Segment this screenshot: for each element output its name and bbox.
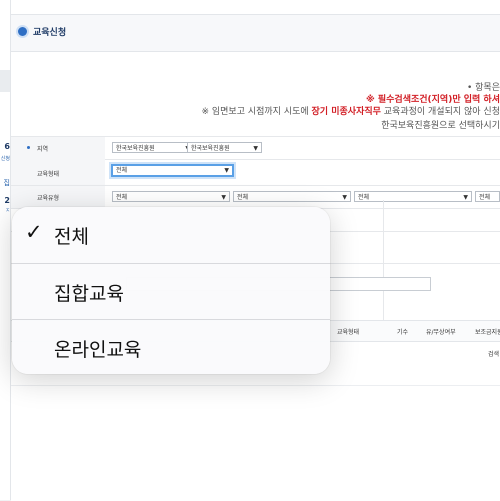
notice-text: 교육과정이 개설되지 않아 신청 bbox=[380, 107, 500, 117]
search-button[interactable]: 검색 bbox=[488, 349, 499, 358]
sidebar-link[interactable]: 신청 bbox=[0, 155, 10, 162]
label-cell bbox=[11, 137, 105, 159]
dropdown-option-label: 온라인교육 bbox=[54, 339, 142, 361]
dropdown-option-label: 집합교육 bbox=[54, 283, 124, 305]
sidebar-count: 2 bbox=[4, 196, 10, 205]
region-select-1[interactable]: 한국보육진흥원▼ bbox=[112, 142, 194, 153]
dropdown-option-online[interactable]: 온라인교육 bbox=[12, 319, 330, 374]
notice-line: 한국보육진흥원으로 선택하시기 bbox=[381, 121, 500, 131]
edu-type-select-4[interactable]: 전체 bbox=[475, 191, 500, 202]
sidebar-link[interactable]: ㅈ bbox=[0, 207, 10, 214]
region-select-2[interactable]: 한국보육진흥원 ▼ bbox=[187, 142, 262, 153]
form-row-edu-type: 교육유형 전체 ▼ 전체 ▼ 전체 ▼ 전체 bbox=[11, 186, 500, 209]
select-value: 전체 bbox=[237, 194, 249, 201]
form-row-edu-form: 교육형태 전체 ▼ bbox=[11, 159, 500, 186]
select-value: 전체 bbox=[116, 194, 128, 201]
select-value: 한국보육진흥원 bbox=[191, 145, 230, 152]
dropdown-option-offline[interactable]: 집합교육 bbox=[12, 263, 330, 319]
column-header: 유/무상여부 bbox=[426, 329, 456, 336]
field-label-edu-type: 교육유형 bbox=[37, 195, 60, 202]
column-divider bbox=[383, 200, 384, 320]
notice-highlight: 장기 미종사자직무 bbox=[311, 107, 381, 117]
dropdown-option-label: 전체 bbox=[54, 226, 89, 248]
circle-bullet-icon bbox=[18, 27, 27, 36]
left-sidebar: 6 신청 집 2 ㅈ bbox=[0, 0, 11, 500]
notice-line: ※ 임면보고 시점까지 시도에 장기 미종사자직무 교육과정이 개설되지 않아 … bbox=[201, 104, 500, 117]
column-header: 교육형태 bbox=[337, 329, 360, 336]
results-area bbox=[11, 385, 500, 501]
select-value: 전체 bbox=[358, 194, 370, 201]
select-value: 전체 bbox=[116, 167, 128, 174]
sidebar-count: 6 bbox=[4, 142, 10, 151]
dropdown-option-all[interactable]: ✓ 전체 bbox=[12, 207, 330, 262]
select-value: 전체 bbox=[479, 194, 491, 201]
column-header: 기수 bbox=[397, 329, 409, 336]
chevron-down-icon: ▼ bbox=[463, 194, 468, 201]
field-label-edu-form: 교육형태 bbox=[37, 171, 60, 178]
edu-type-select-2[interactable]: 전체 ▼ bbox=[233, 191, 351, 202]
column-header: 보조금지원 bbox=[475, 329, 500, 336]
edu-type-select-1[interactable]: 전체 ▼ bbox=[112, 191, 230, 202]
check-icon: ✓ bbox=[25, 220, 43, 244]
field-label-region: 지역 bbox=[37, 146, 49, 153]
sidebar-block bbox=[0, 70, 10, 92]
chevron-down-icon: ▼ bbox=[342, 194, 347, 201]
edu-type-select-3[interactable]: 전체 ▼ bbox=[354, 191, 472, 202]
edu-form-dropdown-menu: ✓ 전체 집합교육 온라인교육 bbox=[12, 207, 330, 374]
chevron-down-icon: ▼ bbox=[221, 194, 226, 201]
chevron-down-icon: ▼ bbox=[224, 167, 229, 174]
sidebar-link[interactable]: 집 bbox=[0, 178, 10, 188]
page-title: 교육신청 bbox=[33, 28, 67, 38]
page-header: 교육신청 bbox=[11, 14, 500, 52]
notice-text: ※ 임면보고 시점까지 시도에 bbox=[201, 107, 312, 117]
edu-form-select[interactable]: 전체 ▼ bbox=[111, 164, 234, 177]
select-value: 한국보육진흥원 bbox=[116, 145, 155, 152]
form-row-region: 지역 한국보육진흥원▼ 한국보육진흥원▼ bbox=[11, 136, 500, 160]
chevron-down-icon: ▼ bbox=[253, 145, 258, 152]
bullet-icon bbox=[27, 146, 30, 149]
